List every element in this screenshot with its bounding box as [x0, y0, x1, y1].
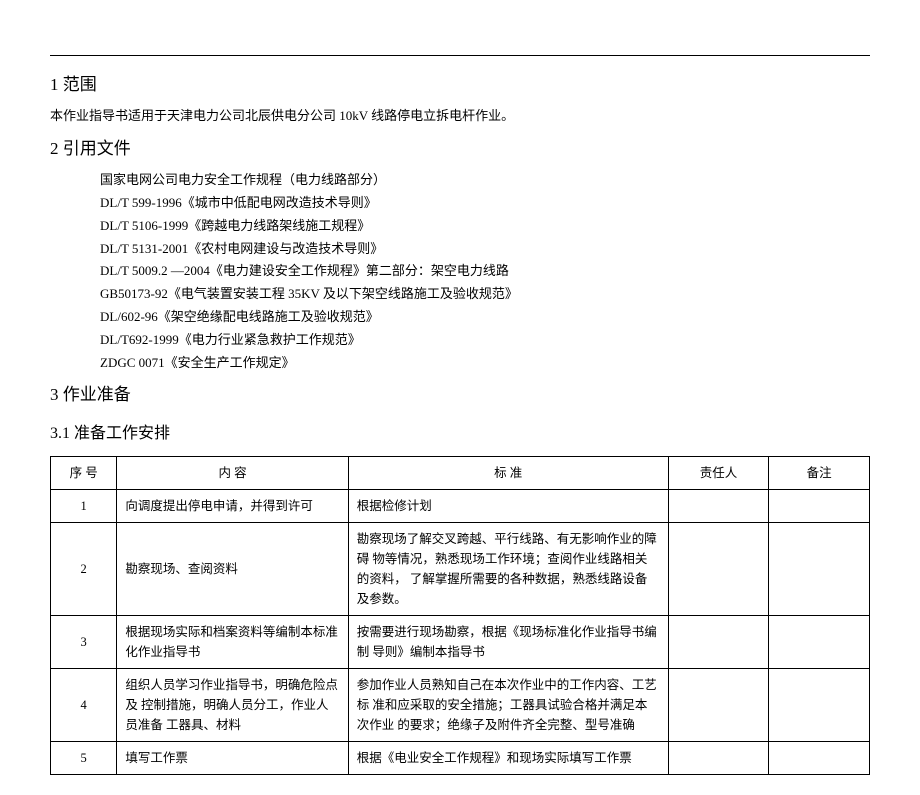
section-1-heading: 1 范围 — [50, 71, 870, 98]
cell-content: 组织人员学习作业指导书，明确危险点及 控制措施，明确人员分工，作业人员准备 工器… — [117, 669, 348, 742]
section-1-body: 本作业指导书适用于天津电力公司北辰供电分公司 10kV 线路停电立拆电杆作业。 — [50, 106, 870, 127]
table-row: 1 向调度提出停电申请，并得到许可 根据检修计划 — [51, 490, 870, 523]
cell-standard: 勘察现场了解交叉跨越、平行线路、有无影响作业的障碍 物等情况，熟悉现场工作环境；… — [348, 523, 668, 616]
cell-standard: 根据检修计划 — [348, 490, 668, 523]
cell-resp — [668, 523, 769, 616]
table-row: 5 填写工作票 根据《电业安全工作规程》和现场实际填写工作票 — [51, 742, 870, 775]
cell-resp — [668, 616, 769, 669]
cell-content: 根据现场实际和档案资料等编制本标准 化作业指导书 — [117, 616, 348, 669]
cell-content: 向调度提出停电申请，并得到许可 — [117, 490, 348, 523]
reference-list: 国家电网公司电力安全工作规程（电力线路部分） DL/T 599-1996《城市中… — [100, 170, 870, 373]
reference-item: ZDGC 0071《安全生产工作规定》 — [100, 353, 870, 374]
cell-standard: 根据《电业安全工作规程》和现场实际填写工作票 — [348, 742, 668, 775]
cell-standard: 按需要进行现场勘察，根据《现场标准化作业指导书编制 导则》编制本指导书 — [348, 616, 668, 669]
document-page: 1 范围 本作业指导书适用于天津电力公司北辰供电分公司 10kV 线路停电立拆电… — [0, 0, 920, 795]
cell-note — [769, 490, 870, 523]
cell-content: 勘察现场、查阅资料 — [117, 523, 348, 616]
table-header-row: 序 号 内 容 标 准 责任人 备注 — [51, 457, 870, 490]
reference-item: DL/T 5131-2001《农村电网建设与改造技术导则》 — [100, 239, 870, 260]
cell-resp — [668, 669, 769, 742]
cell-seq: 2 — [51, 523, 117, 616]
section-3-heading: 3 作业准备 — [50, 381, 870, 408]
cell-note — [769, 742, 870, 775]
reference-item: DL/602-96《架空绝缘配电线路施工及验收规范》 — [100, 307, 870, 328]
section-3-1-heading: 3.1 准备工作安排 — [50, 421, 870, 447]
cell-seq: 1 — [51, 490, 117, 523]
cell-content: 填写工作票 — [117, 742, 348, 775]
reference-item: DL/T692-1999《电力行业紧急救护工作规范》 — [100, 330, 870, 351]
col-content: 内 容 — [117, 457, 348, 490]
cell-note — [769, 523, 870, 616]
col-seq: 序 号 — [51, 457, 117, 490]
reference-item: DL/T 599-1996《城市中低配电网改造技术导则》 — [100, 193, 870, 214]
table-row: 2 勘察现场、查阅资料 勘察现场了解交叉跨越、平行线路、有无影响作业的障碍 物等… — [51, 523, 870, 616]
table-row: 4 组织人员学习作业指导书，明确危险点及 控制措施，明确人员分工，作业人员准备 … — [51, 669, 870, 742]
col-note: 备注 — [769, 457, 870, 490]
top-horizontal-rule — [50, 55, 870, 56]
table-row: 3 根据现场实际和档案资料等编制本标准 化作业指导书 按需要进行现场勘察，根据《… — [51, 616, 870, 669]
cell-seq: 3 — [51, 616, 117, 669]
section-2-heading: 2 引用文件 — [50, 135, 870, 162]
preparation-table: 序 号 内 容 标 准 责任人 备注 1 向调度提出停电申请，并得到许可 根据检… — [50, 456, 870, 775]
col-resp: 责任人 — [668, 457, 769, 490]
reference-item: DL/T 5009.2 —2004《电力建设安全工作规程》第二部分：架空电力线路 — [100, 261, 870, 282]
cell-standard: 参加作业人员熟知自己在本次作业中的工作内容、工艺标 准和应采取的安全措施；工器具… — [348, 669, 668, 742]
cell-note — [769, 616, 870, 669]
cell-seq: 5 — [51, 742, 117, 775]
cell-resp — [668, 490, 769, 523]
col-standard: 标 准 — [348, 457, 668, 490]
cell-seq: 4 — [51, 669, 117, 742]
reference-item: 国家电网公司电力安全工作规程（电力线路部分） — [100, 170, 870, 191]
reference-item: GB50173-92《电气装置安装工程 35KV 及以下架空线路施工及验收规范》 — [100, 284, 870, 305]
cell-resp — [668, 742, 769, 775]
cell-note — [769, 669, 870, 742]
reference-item: DL/T 5106-1999《跨越电力线路架线施工规程》 — [100, 216, 870, 237]
